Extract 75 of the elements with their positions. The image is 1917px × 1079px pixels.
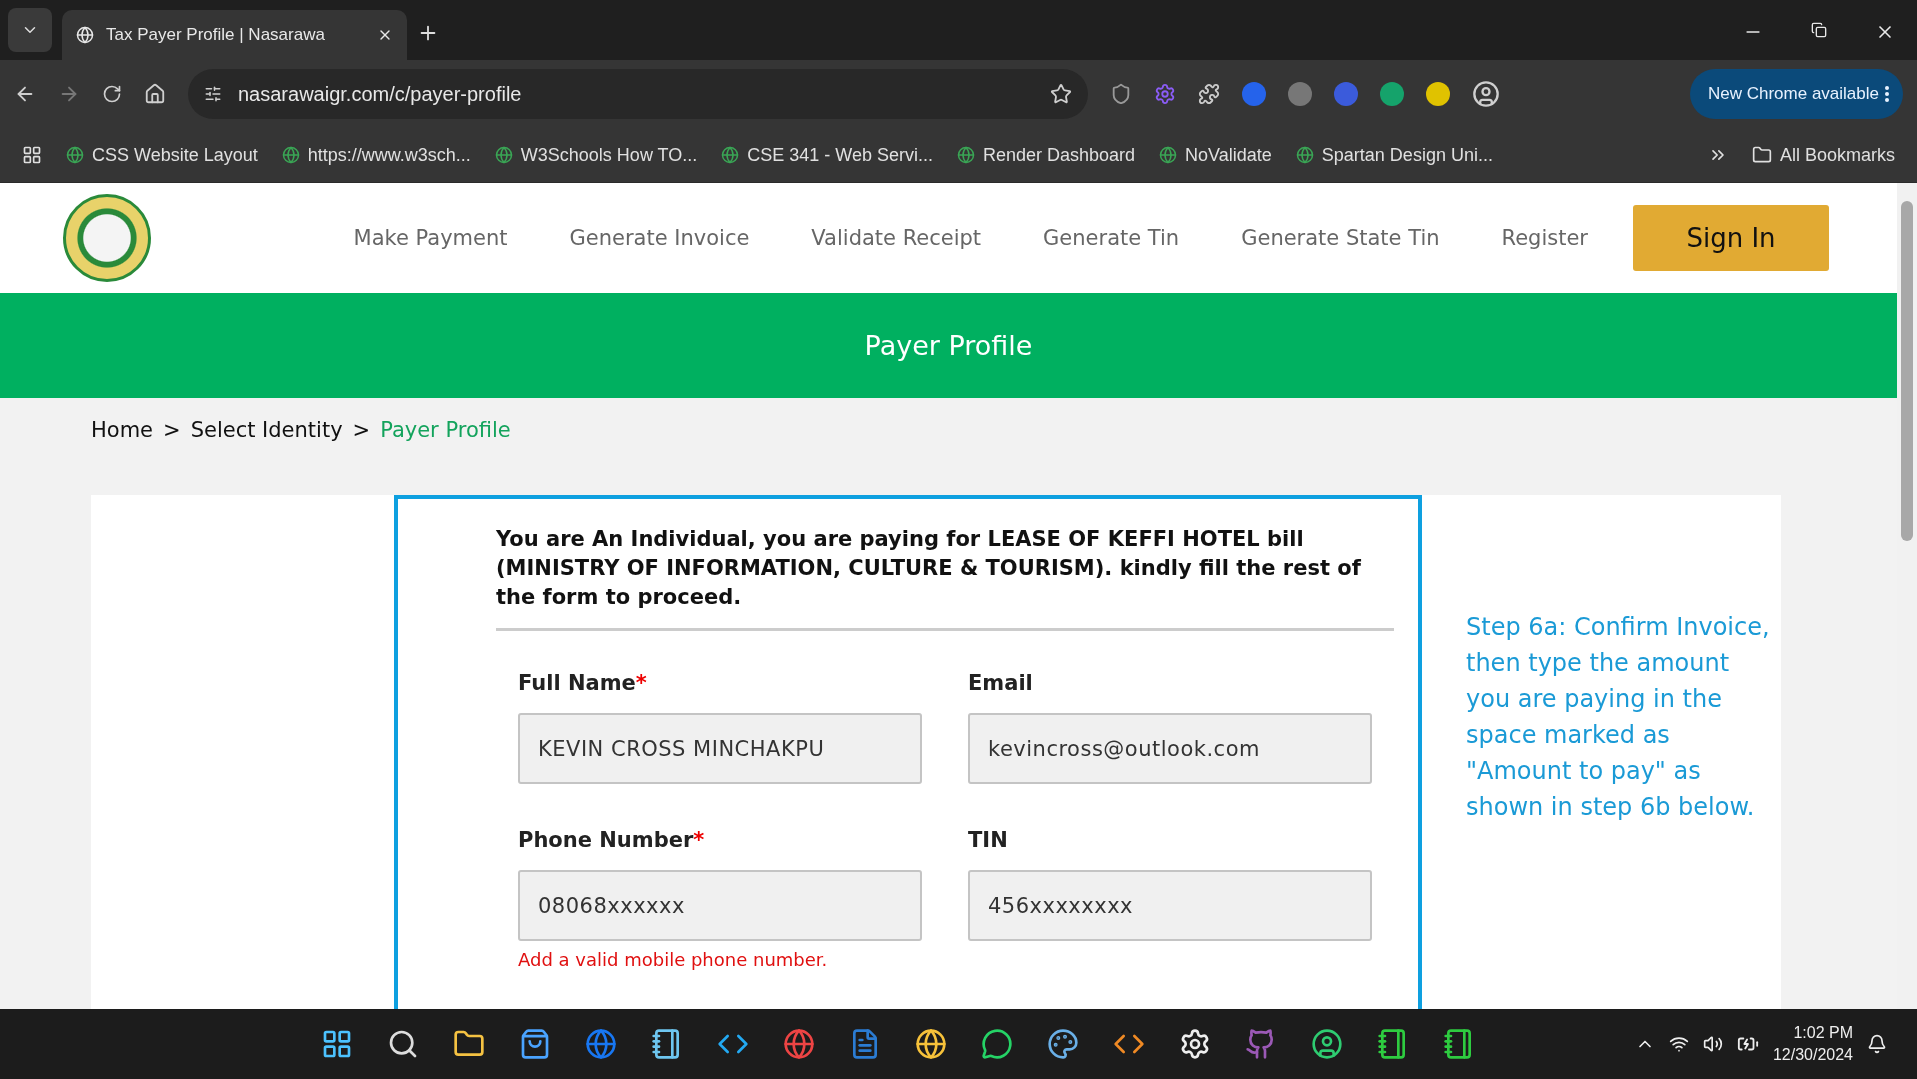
nav-link[interactable]: Generate State Tin <box>1241 226 1440 250</box>
scroll-thumb[interactable] <box>1901 201 1913 541</box>
all-bookmarks[interactable]: All Bookmarks <box>1751 144 1895 166</box>
folder-icon <box>1751 145 1772 165</box>
chat-icon <box>981 1028 1013 1060</box>
address-bar[interactable]: nasarawaigr.com/c/payer-profile <box>188 69 1088 119</box>
breadcrumb-link[interactable]: Select Identity <box>190 418 343 442</box>
bookmark[interactable]: Spartan Design Uni... <box>1295 144 1493 166</box>
nav-link[interactable]: Generate Invoice <box>569 226 750 250</box>
clock[interactable]: 1:02 PM 12/30/2024 <box>1772 1022 1853 1066</box>
time-text: 1:02 PM <box>1793 1023 1853 1043</box>
bookmark-icon <box>1159 146 1178 164</box>
bookmark-icon <box>494 146 513 164</box>
bookmark-icon <box>1295 146 1314 164</box>
search-icon <box>387 1028 419 1060</box>
field-label: Phone Number* <box>518 828 706 852</box>
error-message: Add a valid mobile phone number. <box>518 949 829 970</box>
globe-icon <box>783 1028 815 1060</box>
bookmark[interactable]: W3Schools How TO... <box>494 144 698 166</box>
puzzle-icon[interactable] <box>1198 83 1220 105</box>
input-field[interactable]: 08068xxxxxx <box>518 870 922 941</box>
date-text: 12/30/2024 <box>1772 1045 1853 1065</box>
update-button[interactable]: New Chrome available <box>1689 69 1903 119</box>
profile-icon[interactable] <box>1472 80 1500 108</box>
bookmark[interactable]: CSS Website Layout <box>66 144 258 166</box>
apps-icon[interactable] <box>22 145 42 165</box>
input-field[interactable]: 456xxxxxxxx <box>968 870 1372 941</box>
settings-icon[interactable] <box>1154 83 1176 105</box>
field-label: TIN <box>968 828 1009 852</box>
bookmark[interactable]: Render Dashboard <box>957 144 1136 166</box>
bookmark-icon <box>281 146 300 164</box>
step-note: Step 6a: Confirm Invoice, then type the amount you are paying in the space marked as "Amount to pay" as shown in step 6b below. <box>1466 612 1771 823</box>
reload-icon[interactable] <box>102 84 122 104</box>
globe-icon <box>585 1028 617 1060</box>
more-icon <box>1885 86 1889 102</box>
globe-icon <box>76 26 94 44</box>
breadcrumb-separator: > <box>352 418 371 442</box>
tab-title: Tax Payer Profile | Nasarawa <box>106 25 326 45</box>
star-icon[interactable] <box>1050 83 1072 105</box>
shield-icon[interactable] <box>1110 83 1132 105</box>
site-settings-icon[interactable] <box>204 85 222 103</box>
volume-icon[interactable] <box>1702 1034 1723 1054</box>
field-label: Email <box>968 671 1034 695</box>
breadcrumb-link[interactable]: Home <box>91 418 153 442</box>
grid-icon <box>321 1028 353 1060</box>
bookmark[interactable]: https://www.w3sch... <box>281 144 471 166</box>
notice-text: You are An Individual, you are paying for LEASE OF KEFFI HOTEL bill (MINISTRY OF INFORMATION, CULTURE & TOURISM). kindly fill the rest of the form to proceed. <box>496 525 1394 631</box>
bookmark[interactable]: NoValidate <box>1159 144 1272 166</box>
bell-icon[interactable] <box>1867 1034 1887 1054</box>
globe-icon <box>915 1028 947 1060</box>
breadcrumb-separator: > <box>163 418 181 442</box>
field-label: Full Name* <box>518 671 648 695</box>
nav-link[interactable]: Make Payment <box>353 226 508 250</box>
browser-tab[interactable]: Tax Payer Profile | Nasarawa <box>62 10 407 60</box>
settings-icon <box>1179 1028 1211 1060</box>
extension-icon[interactable] <box>1380 82 1404 106</box>
url-text: nasarawaigr.com/c/payer-profile <box>238 82 523 106</box>
wifi-icon[interactable] <box>1668 1034 1689 1054</box>
bookmark-icon <box>957 146 975 164</box>
user-icon <box>1311 1028 1343 1060</box>
home-icon[interactable] <box>144 83 166 105</box>
palette-icon <box>1047 1028 1079 1060</box>
page-title: Payer Profile <box>864 330 1033 361</box>
sign-in-button[interactable]: Sign In <box>1633 205 1829 271</box>
nav-link[interactable]: Register <box>1501 226 1588 250</box>
extension-icon[interactable] <box>1426 82 1450 106</box>
bookmark[interactable]: CSE 341 - Web Servi... <box>721 144 933 166</box>
bookmark-icon <box>721 146 740 164</box>
input-field[interactable]: KEVIN CROSS MINCHAKPU <box>518 713 922 784</box>
nav-link[interactable]: Generate Tin <box>1043 226 1180 250</box>
nav-link[interactable]: Validate Receipt <box>811 226 982 250</box>
bag-icon <box>519 1028 551 1060</box>
input-field[interactable]: kevincross@outlook.com <box>968 713 1372 784</box>
bookmark-icon <box>66 146 84 164</box>
restore-icon[interactable] <box>1811 22 1827 38</box>
